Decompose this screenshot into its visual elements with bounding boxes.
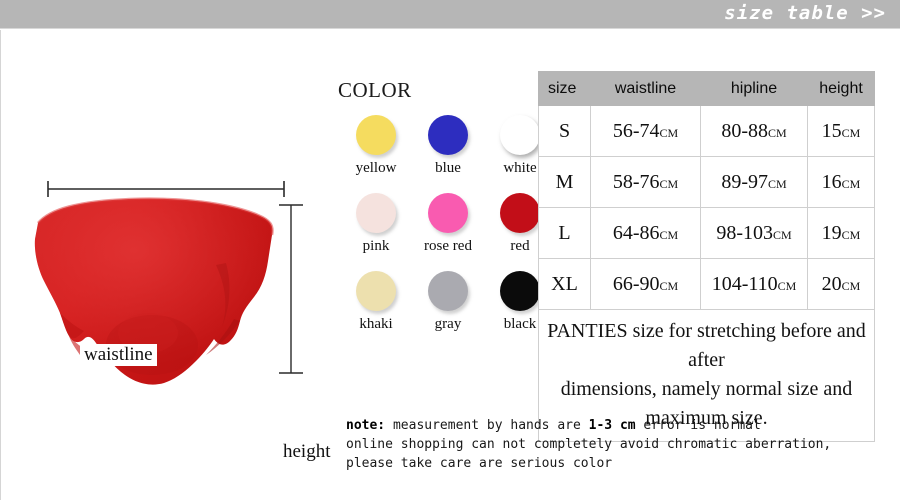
table-row: M 58-76CM 89-97CM 16CM: [538, 156, 875, 208]
bottom-note: note: measurement by hands are 1-3 cm er…: [346, 416, 891, 474]
table-row: L 64-86CM 98-103CM 19CM: [538, 207, 875, 259]
cell-height: 19CM: [807, 207, 875, 259]
swatch-dot-black: [500, 271, 540, 311]
value-hipline: 98-103: [716, 221, 773, 244]
bottom-note-text-a: measurement by hands are: [385, 418, 589, 433]
bottom-note-line-3: please take care are serious color: [346, 456, 613, 472]
color-swatch-khaki[interactable]: khaki: [340, 271, 412, 333]
unit-cm: CM: [841, 176, 861, 191]
cell-hipline: 98-103CM: [700, 207, 808, 259]
bottom-note-line-2: online shopping can not completely avoid…: [346, 437, 832, 453]
color-swatch-yellow[interactable]: yellow: [340, 115, 412, 177]
bottom-note-tolerance: 1-3 cm: [588, 418, 636, 433]
swatch-dot-pink: [356, 193, 396, 233]
unit-cm: CM: [841, 278, 861, 293]
unit-cm: CM: [841, 125, 861, 140]
cell-hipline: 80-88CM: [700, 105, 808, 157]
unit-cm: CM: [659, 125, 679, 140]
unit-cm: CM: [841, 227, 861, 242]
bottom-note-line-1: note: measurement by hands are 1-3 cm er…: [346, 416, 891, 435]
waistline-label: waistline: [80, 344, 157, 366]
color-swatch-blue[interactable]: blue: [412, 115, 484, 177]
bottom-note-text-c: error is normal: [635, 418, 761, 433]
cell-size: M: [538, 156, 591, 208]
table-row: XL 66-90CM 104-110CM 20CM: [538, 258, 875, 310]
cell-hipline: 104-110CM: [700, 258, 808, 310]
swatch-label-khaki: khaki: [359, 316, 393, 332]
value-waistline: 66-90: [612, 272, 660, 295]
table-row: S 56-74CM 80-88CM 15CM: [538, 105, 875, 157]
cell-height: 16CM: [807, 156, 875, 208]
bottom-note-label: note:: [346, 418, 386, 433]
header-size: size: [538, 71, 591, 106]
cell-waistline: 58-76CM: [590, 156, 701, 208]
cell-height: 20CM: [807, 258, 875, 310]
color-section: COLOR yellow blue white pink rose red re…: [338, 78, 540, 333]
cell-waistline: 64-86CM: [590, 207, 701, 259]
value-height: 20: [821, 272, 842, 295]
swatch-dot-red: [500, 193, 540, 233]
value-height: 16: [821, 170, 842, 193]
color-swatch-grid: yellow blue white pink rose red red khak…: [340, 115, 540, 333]
swatch-label-gray: gray: [434, 316, 462, 332]
swatch-dot-rose-red: [428, 193, 468, 233]
top-banner: size table >>: [0, 0, 900, 29]
cell-size: L: [538, 207, 591, 259]
swatch-label-pink: pink: [362, 238, 390, 254]
value-waistline: 64-86: [612, 221, 660, 244]
header-height: height: [807, 71, 875, 106]
swatch-dot-white: [500, 115, 540, 155]
left-border-line: [0, 30, 1, 500]
color-swatch-rose-red[interactable]: rose red: [412, 193, 484, 255]
unit-cm: CM: [767, 125, 787, 140]
color-swatch-gray[interactable]: gray: [412, 271, 484, 333]
color-section-title: COLOR: [338, 78, 412, 102]
cell-waistline: 66-90CM: [590, 258, 701, 310]
height-label: height: [280, 441, 334, 463]
unit-cm: CM: [777, 278, 797, 293]
value-hipline: 80-88: [721, 119, 768, 142]
value-waistline: 56-74: [612, 119, 660, 142]
swatch-label-yellow: yellow: [355, 160, 397, 176]
table-note-line-1: PANTIES size for stretching before and a…: [547, 320, 866, 371]
panty-product-image: [34, 197, 274, 385]
value-hipline: 104-110: [711, 272, 778, 295]
banner-title: size table >>: [724, 2, 886, 24]
cell-size: XL: [538, 258, 591, 310]
value-height: 15: [821, 119, 842, 142]
swatch-dot-gray: [428, 271, 468, 311]
header-hipline: hipline: [700, 71, 808, 106]
cell-height: 15CM: [807, 105, 875, 157]
table-header-row: size waistline hipline height: [538, 71, 875, 106]
product-illustration: waistline height: [18, 165, 338, 463]
value-waistline: 58-76: [612, 170, 660, 193]
header-waistline: waistline: [590, 71, 701, 106]
value-hipline: 89-97: [721, 170, 768, 193]
swatch-dot-blue: [428, 115, 468, 155]
cell-hipline: 89-97CM: [700, 156, 808, 208]
color-swatch-pink[interactable]: pink: [340, 193, 412, 255]
swatch-label-rose-red: rose red: [424, 238, 472, 254]
unit-cm: CM: [772, 227, 792, 242]
cell-waistline: 56-74CM: [590, 105, 701, 157]
swatch-dot-yellow: [356, 115, 396, 155]
size-chart-page: size table >> waistline height COLOR yel…: [0, 0, 900, 500]
size-table-container: size waistline hipline height S 56-74CM …: [538, 71, 875, 442]
unit-cm: CM: [659, 278, 679, 293]
unit-cm: CM: [767, 176, 787, 191]
cell-size: S: [538, 105, 591, 157]
swatch-dot-khaki: [356, 271, 396, 311]
unit-cm: CM: [659, 176, 679, 191]
value-height: 19: [821, 221, 842, 244]
size-table: size waistline hipline height S 56-74CM …: [538, 71, 875, 442]
swatch-label-blue: blue: [435, 160, 461, 176]
unit-cm: CM: [659, 227, 679, 242]
